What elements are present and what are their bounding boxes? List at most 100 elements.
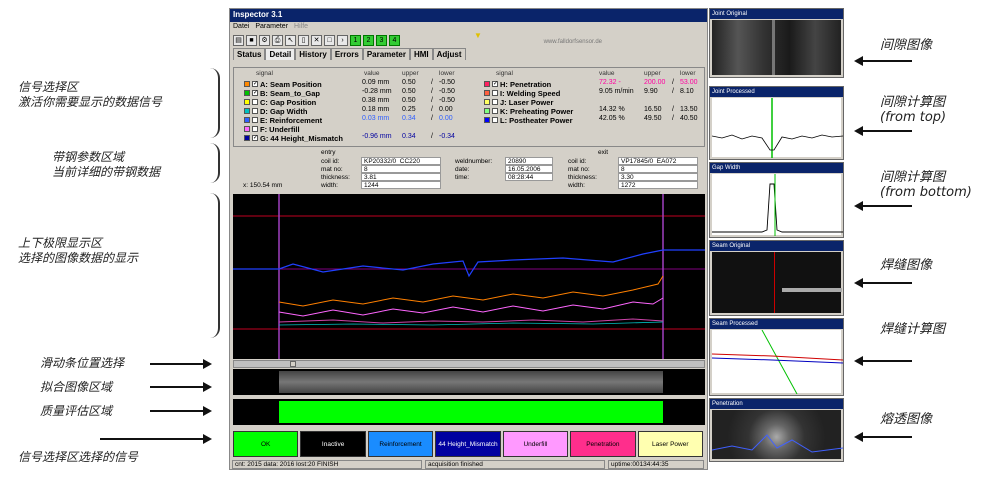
arrow-penetration-image: [854, 432, 912, 442]
scroll-thumb[interactable]: [290, 361, 296, 367]
header-upper-left: upper: [402, 70, 419, 77]
next-icon[interactable]: ›: [337, 34, 348, 46]
tab-adjust[interactable]: Adjust: [432, 48, 466, 60]
signal-name: B: Seam_to_Gap: [260, 88, 321, 98]
signal-row[interactable]: D: Gap Width: [244, 107, 348, 116]
quality-ok-bar: [279, 401, 663, 423]
cursor-icon[interactable]: ↖: [285, 34, 296, 46]
tab-hmi[interactable]: HMI: [409, 48, 433, 60]
tab-parameter[interactable]: Parameter: [362, 48, 410, 60]
tool-icon[interactable]: ⚙: [259, 34, 270, 46]
status-uptime: uptime:00134:44:35: [608, 460, 704, 469]
signal-color-swatch: [244, 81, 250, 87]
signal-checkbox[interactable]: [492, 90, 498, 96]
seam-bright-band: [782, 288, 842, 292]
menu-item-datei[interactable]: Datei: [233, 23, 249, 31]
layout-icon[interactable]: ▯: [298, 34, 309, 46]
trace-reinforcement: [278, 321, 664, 326]
annotation-signal-select: 信号选择区 激活你需要显示的数据信号: [18, 80, 162, 110]
signal-row[interactable]: ✓ B: Seam_to_Gap: [244, 88, 348, 98]
signal-checkbox[interactable]: ✓: [252, 90, 258, 96]
status-acquisition: acquisition finished: [425, 460, 605, 469]
signal-color-swatch: [484, 99, 490, 105]
tab-status[interactable]: Status: [233, 48, 266, 60]
signal-row[interactable]: I: Welding Speed: [484, 89, 588, 98]
signal-checkbox[interactable]: [492, 99, 498, 105]
signal-checkbox[interactable]: [252, 126, 258, 132]
signal-row[interactable]: ✓ G: 44 Height_Mismatch: [244, 133, 348, 143]
print-icon[interactable]: ⎙: [272, 34, 283, 46]
toolbar-number-1[interactable]: 1: [350, 34, 361, 46]
panel-title: Penetration: [710, 399, 843, 409]
signal-color-swatch: [244, 135, 250, 141]
brace-limits: [210, 193, 220, 338]
signal-name: G: 44 Height_Mismatch: [260, 133, 343, 143]
joint-processed-plot: [711, 98, 844, 158]
brand-banner: www.falldorfsensor.de ▼: [452, 31, 602, 47]
save-icon[interactable]: ■: [246, 34, 257, 46]
signal-color-swatch: [244, 90, 250, 96]
signal-row[interactable]: E: Reinforcement: [244, 115, 348, 125]
tab-detail[interactable]: Detail: [265, 48, 296, 60]
toolbar-number-2[interactable]: 2: [363, 34, 374, 46]
signal-lower: -0.50: [439, 79, 455, 86]
signal-value: 0.09 mm: [362, 79, 390, 86]
menu-item-hilfe[interactable]: Hilfe: [294, 23, 308, 31]
position-readout: x: 150.54 mm: [243, 182, 283, 189]
quality-eval-area: [233, 399, 705, 425]
signal-checkbox[interactable]: [492, 117, 498, 123]
signal-color-swatch: [244, 108, 250, 114]
signal-checkbox[interactable]: ✓: [252, 81, 258, 87]
toolbar-number-3[interactable]: 3: [376, 34, 387, 46]
signal-name: E: Reinforcement: [260, 115, 323, 125]
signal-lower: 53.00: [680, 79, 698, 86]
arrow-seam-calc: [854, 356, 912, 366]
annotation-seam-calc: 焊缝计算图: [880, 322, 946, 337]
fit-image-area: [233, 369, 705, 395]
annotation-gap-calc-top: 间隙计算图 (from top): [880, 95, 946, 125]
exit-thickness: 3.30: [618, 173, 698, 181]
signal-row[interactable]: C: Gap Position: [244, 98, 348, 107]
panel-title: Seam Processed: [710, 319, 843, 329]
tab-history[interactable]: History: [295, 48, 331, 60]
signal-row[interactable]: ✓ A: Seam Position: [244, 80, 348, 89]
signal-checkbox[interactable]: [492, 108, 498, 114]
exit-coil-id: VP17845/0 EA072: [618, 157, 698, 165]
annotation-title: 信号选择区: [18, 80, 79, 94]
tab-errors[interactable]: Errors: [330, 48, 363, 60]
menu-item-parameter[interactable]: Parameter: [255, 23, 288, 31]
annotation-desc: 激活你需要显示的数据信号: [18, 95, 163, 109]
signal-checkbox[interactable]: [252, 99, 258, 105]
signal-checkbox[interactable]: ✓: [492, 81, 498, 87]
trace-height-mismatch: [233, 249, 705, 278]
annotation-penetration-image: 熔透图像: [880, 412, 933, 427]
signal-color-swatch: [484, 108, 490, 114]
arrow-signals: [100, 434, 212, 444]
signal-row[interactable]: K: Preheating Power: [484, 107, 588, 116]
signal-row[interactable]: F: Underfill: [244, 125, 348, 134]
signal-upper: 0.50: [402, 97, 416, 104]
signal-row[interactable]: J: Laser Power: [484, 98, 588, 107]
entry-thickness-label: thickness:: [321, 174, 350, 181]
signal-checkbox[interactable]: ✓: [252, 135, 258, 141]
seam-fit-line: [761, 329, 798, 395]
entry-mat-label: mat no:: [321, 166, 343, 173]
signal-checkbox[interactable]: [252, 117, 258, 123]
stop-icon[interactable]: □: [324, 34, 335, 46]
annotation-gap-calc-bottom: 间隙计算图 (from bottom): [880, 170, 972, 200]
penetration-contour: [711, 434, 844, 453]
header-value-right: value: [599, 70, 615, 77]
brace-signal: [210, 68, 220, 138]
toolbar-number-4[interactable]: 4: [389, 34, 400, 46]
close-icon[interactable]: ✕: [311, 34, 322, 46]
signal-box: Underfill: [502, 431, 569, 457]
signal-value: 14.32 %: [599, 106, 625, 113]
panel-seam-processed: Seam Processed: [709, 318, 844, 396]
open-icon[interactable]: ▤: [233, 34, 244, 46]
signal-row[interactable]: L: Postheater Power: [484, 116, 588, 125]
position-scrollbar[interactable]: [233, 360, 705, 368]
signal-lower: 40.50: [680, 115, 698, 122]
panel-title: Joint Processed: [710, 87, 843, 97]
signal-checkbox[interactable]: [252, 108, 258, 114]
signal-row[interactable]: ✓ H: Penetration: [484, 80, 588, 89]
